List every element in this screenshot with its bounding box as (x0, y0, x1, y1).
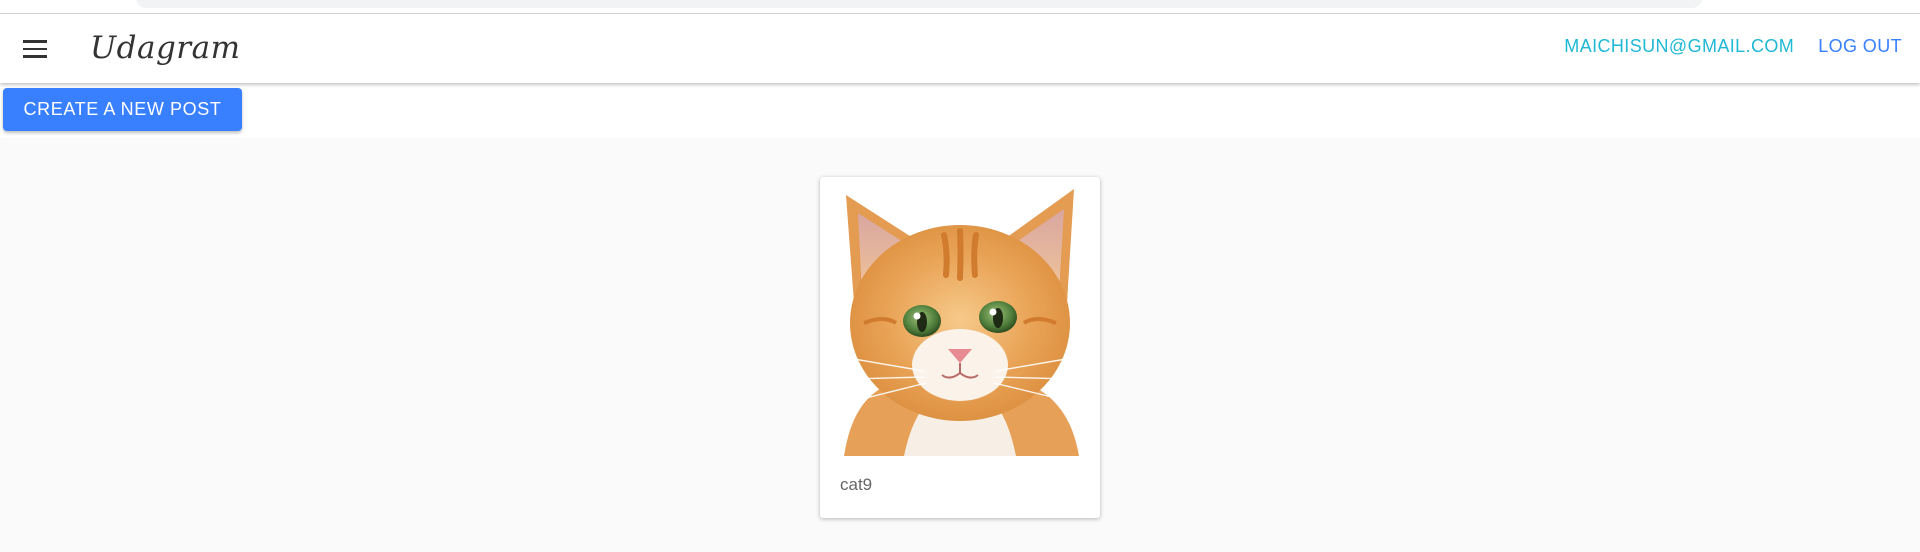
post-feed: cat9 (0, 138, 1920, 552)
action-bar: CREATE A NEW POST (0, 83, 1920, 138)
post-card[interactable]: cat9 (820, 177, 1100, 518)
hamburger-menu-icon[interactable] (18, 35, 52, 63)
post-caption: cat9 (840, 475, 873, 494)
browser-top-strip (0, 0, 1920, 14)
browser-address-bar (136, 0, 1702, 8)
app-brand-title: Udagram (90, 30, 241, 66)
app-toolbar: Udagram MAICHISUN@GMAIL.COM LOG OUT (0, 14, 1920, 83)
logout-link[interactable]: LOG OUT (1818, 36, 1902, 57)
create-post-button[interactable]: CREATE A NEW POST (3, 88, 242, 131)
kitten-photo (834, 183, 1087, 456)
user-nav: MAICHISUN@GMAIL.COM LOG OUT (1564, 36, 1902, 57)
user-email-link[interactable]: MAICHISUN@GMAIL.COM (1564, 36, 1794, 57)
